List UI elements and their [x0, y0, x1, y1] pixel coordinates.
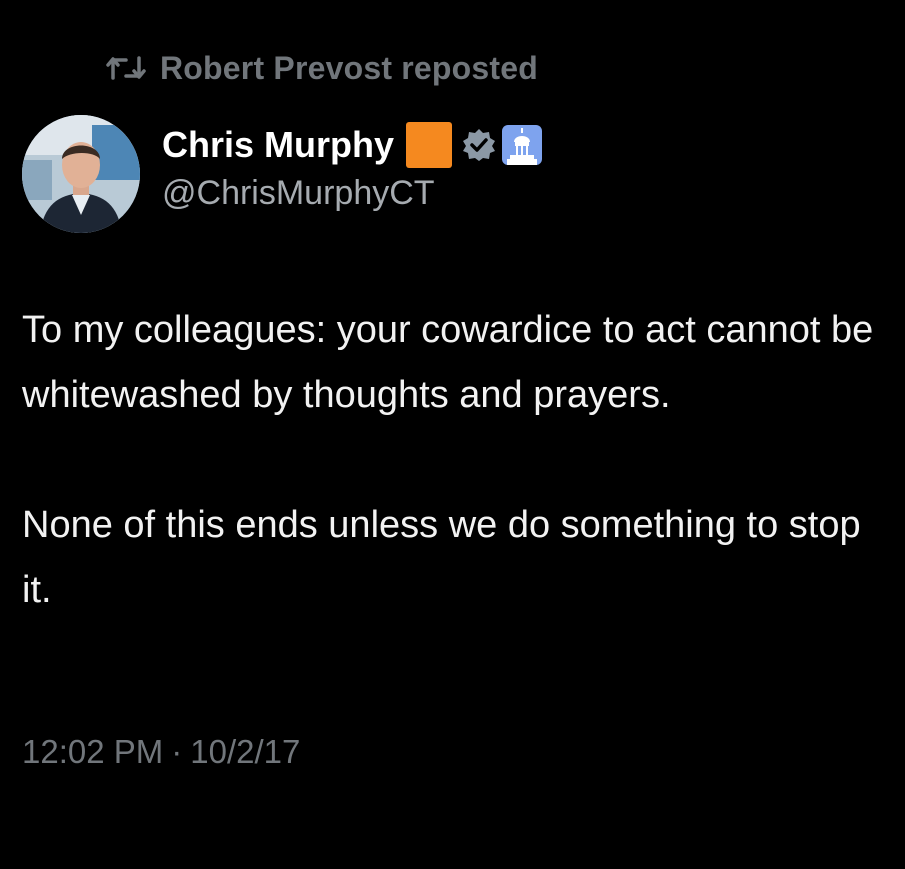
tweet-timestamp[interactable]: 12:02 PM · 10/2/17: [22, 727, 300, 777]
author-display-name[interactable]: Chris Murphy: [162, 124, 394, 166]
tweet-body: To my colleagues: your cowardice to act …: [22, 298, 882, 623]
timestamp-separator: ·: [171, 733, 183, 770]
repost-icon: [106, 51, 150, 85]
author-handle[interactable]: @ChrisMurphyCT: [162, 174, 435, 213]
capitol-building-icon[interactable]: [502, 125, 543, 165]
avatar[interactable]: [22, 115, 140, 233]
tweet-paragraph: To my colleagues: your cowardice to act …: [22, 309, 874, 416]
verified-badge-icon[interactable]: [462, 128, 496, 162]
author-name-row: Chris Murphy: [162, 120, 543, 170]
tweet-date[interactable]: 10/2/17: [190, 733, 300, 771]
repost-label[interactable]: Robert Prevost reposted: [160, 50, 538, 87]
repost-indicator[interactable]: Robert Prevost reposted: [106, 48, 538, 88]
tweet-paragraph: None of this ends unless we do something…: [22, 504, 861, 611]
orange-square-emoji-icon: [406, 122, 453, 168]
tweet-time[interactable]: 12:02 PM: [22, 733, 163, 771]
